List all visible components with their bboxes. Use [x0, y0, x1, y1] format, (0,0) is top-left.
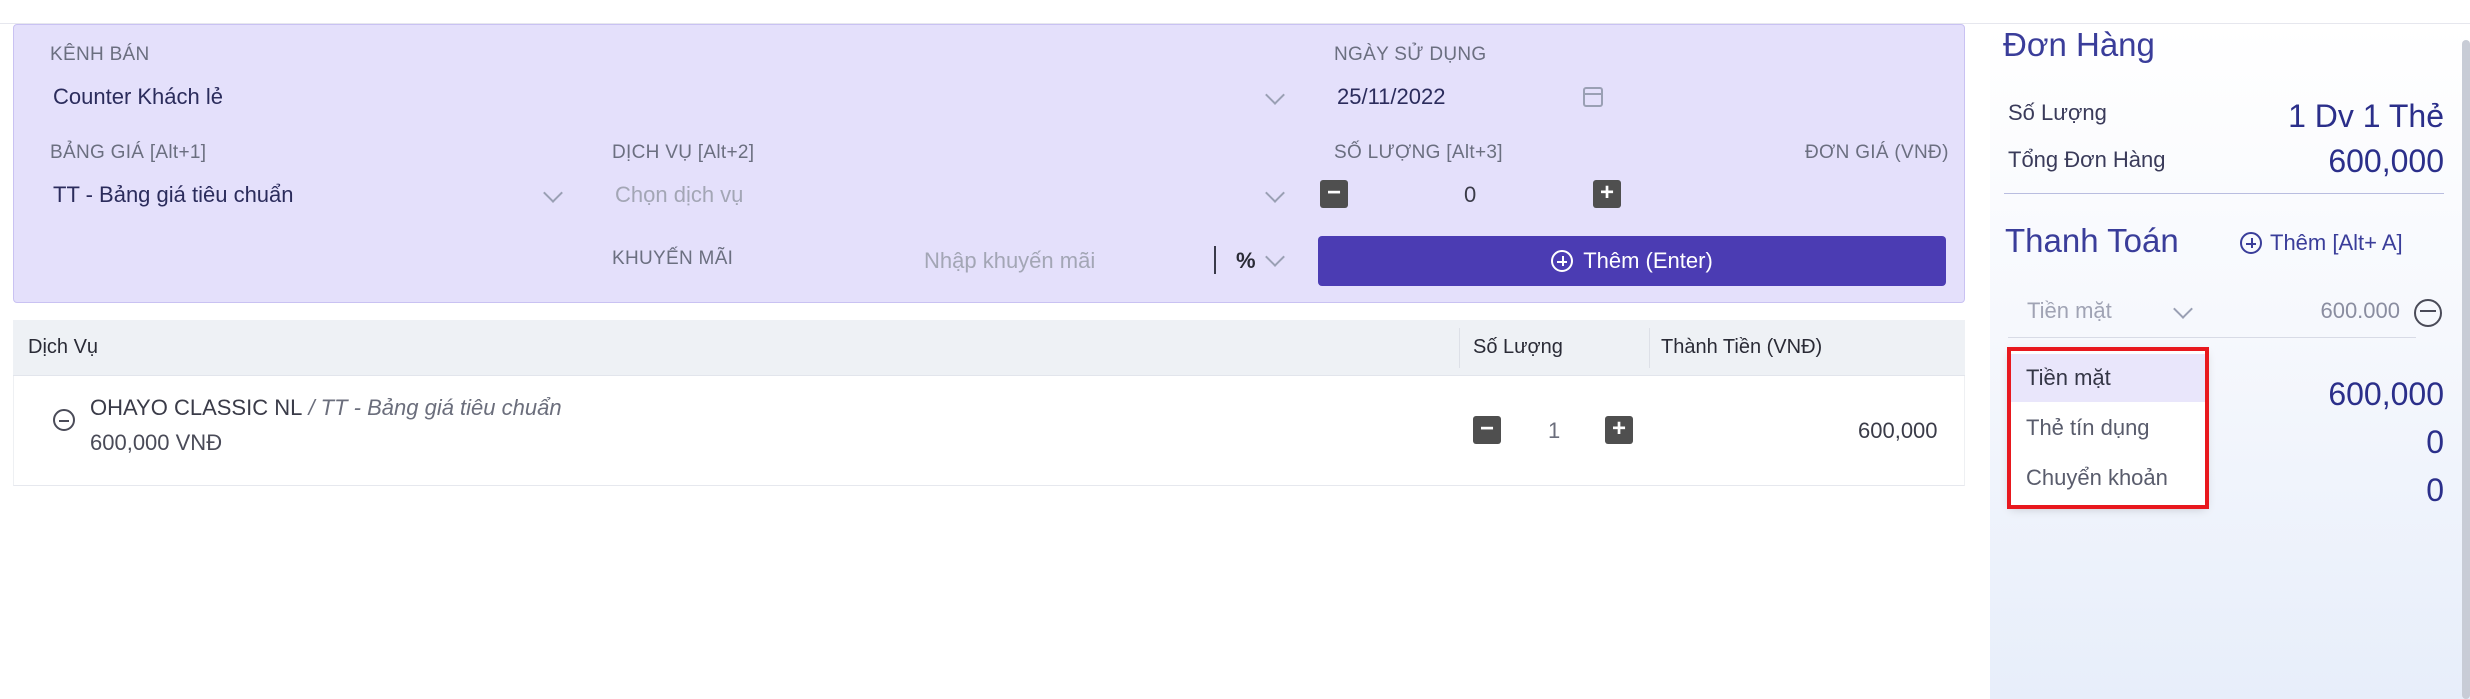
add-payment-label: Thêm [Alt+ A] — [2270, 230, 2403, 255]
channel-label: KÊNH BÁN — [50, 44, 150, 65]
date-input[interactable]: 25/11/2022 — [1337, 84, 1445, 110]
add-payment-button[interactable]: Thêm [Alt+ A] — [2240, 230, 2403, 256]
remove-row-button[interactable] — [53, 409, 75, 436]
side-panel-scrollbar[interactable] — [2462, 40, 2470, 699]
row-quantity-increment-button[interactable]: + — [1605, 416, 1633, 444]
order-qty-value: 1 Dv 1 Thẻ — [2288, 98, 2444, 134]
order-total-value: 600,000 — [2328, 143, 2444, 179]
promo-label: KHUYẾN MÃI — [612, 248, 734, 269]
row-quantity-decrement-button[interactable]: − — [1473, 416, 1501, 444]
column-header-total: Thành Tiền (VNĐ) — [1661, 336, 1823, 358]
table-row — [13, 376, 1965, 486]
service-label: DỊCH VỤ [Alt+2] — [612, 142, 755, 163]
service-table-header: Dịch Vụ Số Lượng Thành Tiền (VNĐ) — [13, 320, 1965, 376]
pricelist-select[interactable]: TT - Bảng giá tiêu chuẩn — [53, 182, 294, 208]
top-bar — [0, 0, 2470, 24]
row-unit-price: 600,000 VNĐ — [90, 430, 223, 455]
pricelist-label: BẢNG GIÁ [Alt+1] — [50, 142, 207, 163]
quantity-increment-button[interactable]: + — [1593, 180, 1621, 208]
plus-circle-icon — [2240, 232, 2262, 254]
column-header-quantity: Số Lượng — [1473, 336, 1563, 358]
calendar-icon[interactable] — [1583, 87, 1603, 107]
minus-circle-icon — [2414, 299, 2442, 327]
column-divider — [1459, 328, 1460, 368]
summary-value-1: 600,000 — [2328, 376, 2444, 412]
payment-method-select[interactable]: Tiền mặt — [2027, 298, 2112, 324]
summary-value-2: 0 — [2426, 424, 2444, 460]
column-divider — [1649, 328, 1650, 368]
minus-circle-icon — [53, 409, 75, 431]
order-title: Đơn Hàng — [2003, 26, 2155, 63]
payment-divider — [2008, 337, 2416, 338]
add-service-button[interactable]: Thêm (Enter) — [1318, 236, 1946, 286]
promo-unit-select[interactable]: % — [1236, 248, 1256, 274]
remove-payment-button[interactable] — [2414, 299, 2442, 332]
order-qty-label: Số Lượng — [2008, 100, 2107, 125]
promo-input[interactable]: Nhập khuyến mãi — [924, 248, 1095, 274]
highlight-box — [2007, 347, 2209, 509]
quantity-decrement-button[interactable]: − — [1320, 180, 1348, 208]
row-pricelist-name: / TT - Bảng giá tiêu chuẩn — [302, 395, 562, 420]
summary-divider — [2004, 193, 2444, 194]
promo-divider — [1214, 246, 1216, 274]
column-header-service: Dịch Vụ — [28, 336, 99, 358]
row-service-name: OHAYO CLASSIC NL / TT - Bảng giá tiêu ch… — [90, 395, 562, 420]
quantity-input[interactable]: 0 — [1464, 182, 1476, 208]
channel-select[interactable]: Counter Khách lẻ — [53, 84, 223, 110]
date-label: NGÀY SỬ DỤNG — [1334, 44, 1487, 65]
unit-price-label: ĐƠN GIÁ (VNĐ) — [1805, 142, 1949, 163]
payment-title: Thanh Toán — [2005, 222, 2179, 259]
quantity-label: SỐ LƯỢNG [Alt+3] — [1334, 142, 1503, 163]
row-total: 600,000 — [1858, 418, 1938, 443]
payment-amount-input[interactable]: 600.000 — [2240, 298, 2400, 324]
service-select[interactable]: Chọn dịch vụ — [615, 182, 743, 208]
row-quantity-value[interactable]: 1 — [1548, 418, 1560, 444]
plus-circle-icon — [1551, 250, 1574, 272]
summary-value-3: 0 — [2426, 472, 2444, 508]
add-service-button-label: Thêm (Enter) — [1583, 248, 1713, 273]
order-total-label: Tổng Đơn Hàng — [2008, 147, 2166, 172]
